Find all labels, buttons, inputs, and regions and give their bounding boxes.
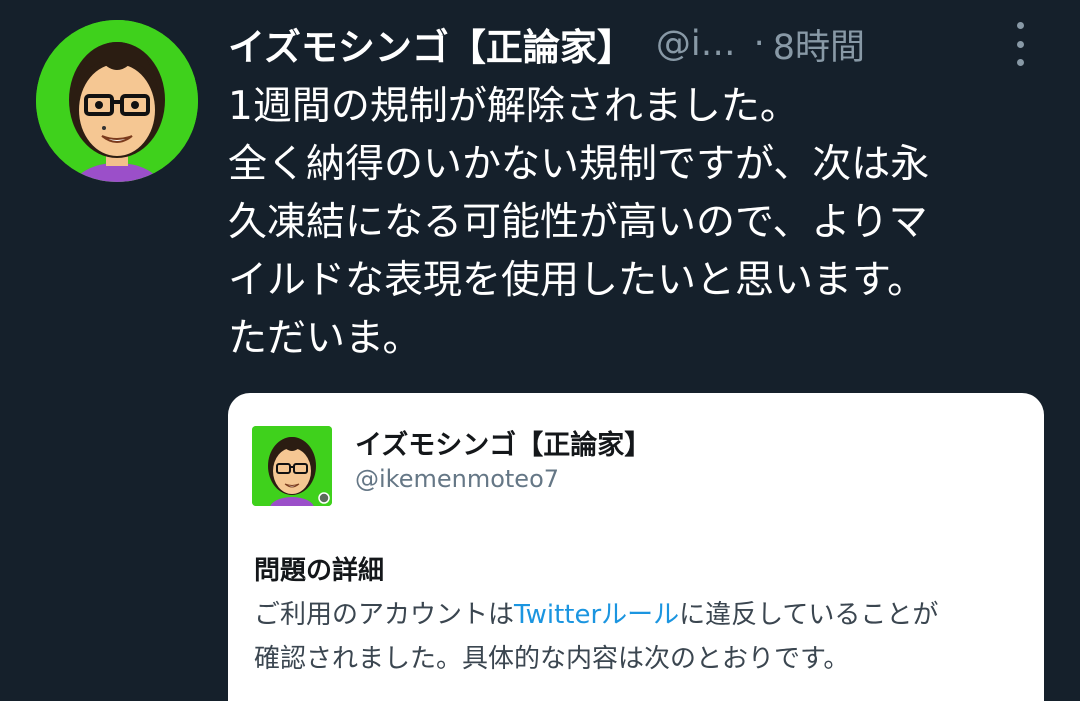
tweet-text: 1週間の規制が解除されました。 全く納得のいかない規制ですが、次は永 久凍結にな… [228, 78, 1048, 368]
card-body-text: ご利用のアカウントはTwitterルールに違反していることが 確認されました。具… [254, 593, 1024, 681]
tweet[interactable]: イズモシンゴ【正論家】 @i… · 8時間 1週間の規制が解除されました。 全く… [0, 0, 1080, 701]
card-display-name: イズモシンゴ【正論家】 [355, 430, 652, 461]
tweet-text-line: 1週間の規制が解除されました。 [228, 84, 799, 129]
more-dot [1016, 22, 1024, 29]
avatar-face-icon [36, 20, 198, 182]
attached-image[interactable]: イズモシンゴ【正論家】 @ikemenmoteo7 問題の詳細 ご利用のアカウン… [228, 393, 1044, 701]
timestamp[interactable]: 8時間 [773, 19, 865, 70]
more-dot [1016, 59, 1024, 66]
more-options-icon[interactable] [1008, 22, 1032, 66]
tweet-header: イズモシンゴ【正論家】 @i… · 8時間 [228, 16, 865, 72]
card-body-text-after: に違反していることが [679, 600, 939, 630]
display-name[interactable]: イズモシンゴ【正論家】 [228, 17, 634, 71]
card-body-line: 確認されました。具体的な内容は次のとおりです。 [254, 644, 850, 674]
card-heading: 問題の詳細 [254, 556, 385, 586]
tweet-text-line: 全く納得のいかない規制ですが、次は永 [228, 142, 930, 187]
avatar[interactable] [36, 20, 198, 182]
tweet-text-line: ただいま。 [228, 316, 422, 361]
card-body-line: ご利用のアカウントはTwitterルールに違反していることが [254, 593, 1024, 637]
twitter-rules-link: Twitterルール [514, 600, 680, 630]
card-avatar-face-icon [252, 426, 332, 506]
tweet-text-line: 久凍結になる可能性が高いので、よりマ [228, 200, 928, 245]
more-dot [1016, 40, 1024, 48]
tweet-text-line: イルドな表現を使用したいと思います。 [228, 258, 927, 303]
separator-dot: · [753, 24, 765, 64]
card-body-text-before: ご利用のアカウントは [254, 600, 515, 630]
card-avatar [252, 426, 332, 506]
card-user-handle: @ikemenmoteo7 [355, 465, 560, 493]
user-handle[interactable]: @i… [656, 24, 736, 64]
